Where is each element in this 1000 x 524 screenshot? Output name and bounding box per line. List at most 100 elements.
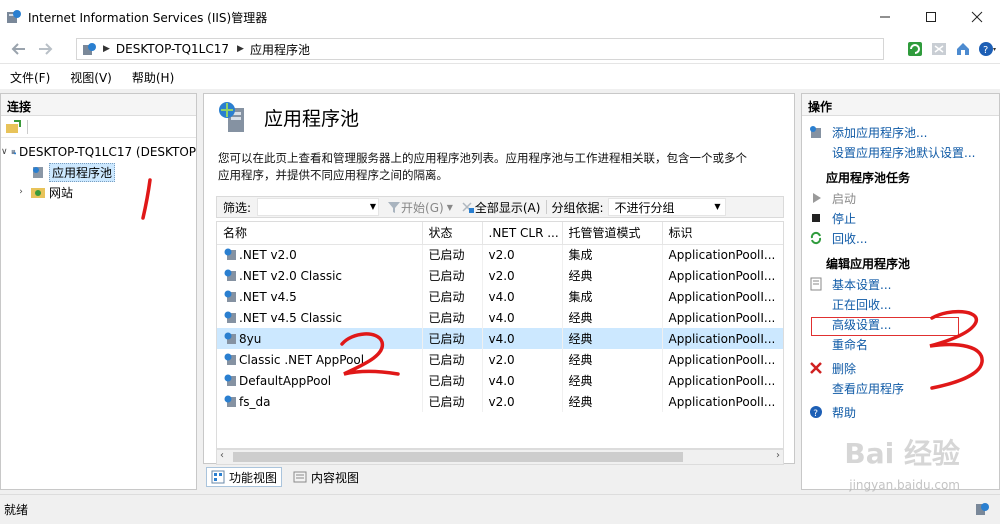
- scroll-right-icon[interactable]: ›: [776, 450, 780, 461]
- back-arrow-icon: [11, 43, 25, 55]
- help-icon[interactable]: ?: [978, 40, 996, 58]
- table-row[interactable]: .NET v4.5 已启动 v4.0 集成 ApplicationPoolI...: [217, 286, 783, 307]
- stop-icon[interactable]: [930, 40, 948, 58]
- sites-folder-icon: [31, 188, 45, 198]
- filter-input[interactable]: ▼: [257, 198, 380, 216]
- cell-status: 已启动: [422, 349, 483, 370]
- filter-bar: 筛选: ▼ 开始(G) ▼ 全部显示(A) 分组依据: 不进行分组 ▼: [216, 196, 784, 218]
- forward-button[interactable]: [34, 39, 56, 59]
- show-all-button[interactable]: 全部显示(A): [461, 199, 540, 216]
- connect-icon[interactable]: [5, 119, 21, 135]
- close-icon: [971, 11, 983, 23]
- page-description: 您可以在此页上查看和管理服务器上的应用程序池列表。应用程序池与工作进程相关联，包…: [218, 151, 747, 182]
- actions-title: 操作: [802, 94, 999, 116]
- breadcrumb-pools[interactable]: 应用程序池: [250, 41, 310, 58]
- table-row[interactable]: Classic .NET AppPool 已启动 v2.0 经典 Application…: [217, 349, 783, 370]
- stop-square-icon: [808, 210, 824, 226]
- group-by-select[interactable]: 不进行分组 ▼: [607, 198, 726, 216]
- tab-features-view[interactable]: 功能视图: [206, 467, 283, 487]
- scroll-thumb[interactable]: [233, 452, 683, 462]
- back-button[interactable]: [8, 39, 30, 59]
- page-header: 应用程序池: [204, 94, 794, 140]
- toolbar-divider: [27, 119, 28, 134]
- action-add-pool[interactable]: 添加应用程序池...: [808, 122, 999, 142]
- refresh-icon[interactable]: [906, 40, 924, 58]
- col-status[interactable]: 状态: [422, 222, 483, 245]
- col-pipeline[interactable]: 托管管道模式: [562, 222, 663, 245]
- app-pool-icon: [33, 167, 43, 178]
- app-pools-grid: 名称 状态 .NET CLR ... 托管管道模式 标识 .NET v2.0 已启…: [216, 221, 784, 449]
- cell-identity: ApplicationPoolI...: [662, 307, 783, 328]
- cell-identity: ApplicationPoolI...: [662, 391, 783, 412]
- minimize-button[interactable]: [862, 0, 908, 34]
- maximize-button[interactable]: [908, 0, 954, 34]
- action-recycling[interactable]: 正在回收...: [808, 294, 999, 314]
- action-set-defaults[interactable]: 设置应用程序池默认设置...: [808, 142, 999, 162]
- action-start[interactable]: 启动: [808, 188, 999, 208]
- col-name[interactable]: 名称: [217, 222, 423, 245]
- address-path[interactable]: ▶ DESKTOP-TQ1LC17 ▶ 应用程序池: [76, 38, 884, 60]
- cell-clr: v4.0: [482, 328, 563, 349]
- cell-mode: 经典: [562, 349, 663, 370]
- app-pool-icon: [224, 395, 236, 407]
- connections-panel: 连接 ∨ DESKTOP-TQ1LC17 (DESKTOP 应用程序池 › 网站: [0, 93, 197, 490]
- horizontal-scrollbar[interactable]: ‹ ›: [216, 449, 784, 465]
- cell-mode: 经典: [562, 370, 663, 391]
- advanced-settings-highlight: [811, 317, 959, 336]
- menu-view[interactable]: 视图(V): [70, 69, 112, 86]
- table-row[interactable]: 8yu 已启动 v4.0 经典 ApplicationPoolI...: [217, 328, 783, 349]
- action-rename[interactable]: 重命名: [808, 334, 999, 354]
- cell-status: 已启动: [422, 265, 483, 286]
- tree-item-sites[interactable]: › 网站: [1, 182, 196, 202]
- action-delete[interactable]: 删除: [808, 358, 999, 378]
- minimize-icon: [880, 16, 890, 18]
- group-by-label: 分组依据:: [551, 200, 604, 215]
- action-help[interactable]: ? 帮助: [808, 402, 999, 422]
- cell-name: 8yu: [217, 328, 423, 349]
- cell-identity: ApplicationPoolI...: [662, 265, 783, 286]
- table-row[interactable]: .NET v2.0 已启动 v2.0 集成 ApplicationPoolI...: [217, 244, 783, 265]
- connections-title: 连接: [1, 94, 196, 116]
- table-row[interactable]: DefaultAppPool 已启动 v4.0 经典 ApplicationPoolI.…: [217, 370, 783, 391]
- server-globe-icon: [83, 43, 96, 55]
- app-pools-large-icon: [219, 102, 244, 132]
- cell-mode: 集成: [562, 286, 663, 307]
- home-icon[interactable]: [954, 40, 972, 58]
- scroll-left-icon[interactable]: ‹: [220, 450, 224, 461]
- cell-status: 已启动: [422, 328, 483, 349]
- help-circle-icon: ?: [808, 404, 824, 420]
- cell-status: 已启动: [422, 307, 483, 328]
- svg-text:?: ?: [813, 409, 818, 419]
- table-row[interactable]: .NET v4.5 Classic 已启动 v4.0 经典 ApplicationPoo…: [217, 307, 783, 328]
- tree-item-server[interactable]: ∨ DESKTOP-TQ1LC17 (DESKTOP: [1, 142, 196, 162]
- tree-item-app-pools[interactable]: 应用程序池: [1, 162, 196, 182]
- collapse-icon[interactable]: ∨: [1, 147, 8, 157]
- start-filter-button[interactable]: 开始(G) ▼: [387, 199, 453, 216]
- action-basic-settings[interactable]: 基本设置...: [808, 274, 999, 294]
- menu-help[interactable]: 帮助(H): [132, 69, 174, 86]
- dropdown-arrow-icon: ▼: [714, 202, 721, 211]
- breadcrumb-server[interactable]: DESKTOP-TQ1LC17: [116, 42, 229, 56]
- cell-name: fs_da: [217, 391, 423, 412]
- page-title: 应用程序池: [264, 107, 360, 130]
- cell-clr: v2.0: [482, 349, 563, 370]
- table-row[interactable]: .NET v2.0 Classic 已启动 v2.0 经典 ApplicationPoo…: [217, 265, 783, 286]
- action-recycle[interactable]: 回收...: [808, 228, 999, 248]
- iis-app-icon: [7, 10, 21, 23]
- table-row[interactable]: fs_da 已启动 v2.0 经典 ApplicationPoolI...: [217, 391, 783, 412]
- expand-icon[interactable]: ›: [15, 187, 27, 197]
- action-stop[interactable]: 停止: [808, 208, 999, 228]
- tab-content-view[interactable]: 内容视图: [288, 467, 364, 487]
- action-view-apps[interactable]: 查看应用程序: [808, 378, 999, 398]
- close-button[interactable]: [954, 0, 1000, 34]
- cell-name: .NET v2.0: [217, 244, 423, 265]
- cell-status: 已启动: [422, 391, 483, 412]
- cell-clr: v2.0: [482, 391, 563, 412]
- add-pool-icon: [808, 124, 824, 140]
- menu-file[interactable]: 文件(F): [10, 69, 50, 86]
- cell-name: .NET v4.5 Classic: [217, 307, 423, 328]
- app-pools-panel: 应用程序池 您可以在此页上查看和管理服务器上的应用程序池列表。应用程序池与工作进…: [203, 93, 795, 465]
- col-clr[interactable]: .NET CLR ...: [482, 222, 563, 245]
- col-identity[interactable]: 标识: [662, 222, 783, 245]
- cell-status: 已启动: [422, 370, 483, 391]
